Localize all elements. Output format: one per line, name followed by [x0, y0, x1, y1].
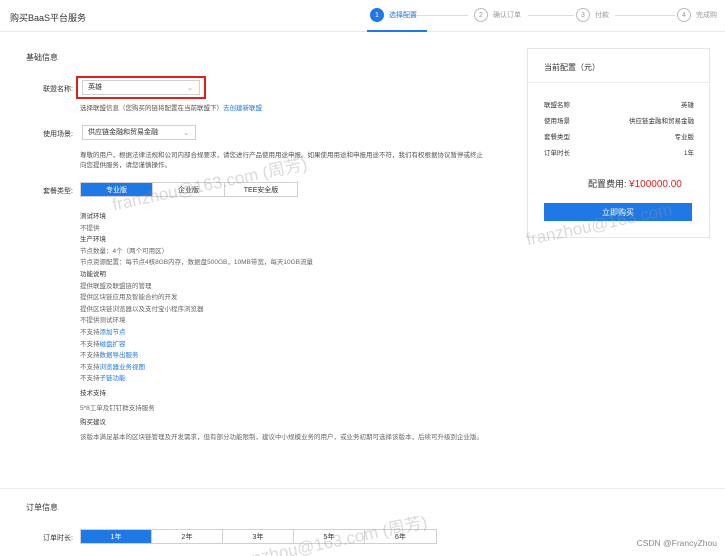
feature-item: 不支持数据导出服务 — [80, 350, 510, 362]
feature-item: 不支持子链功能 — [80, 373, 510, 385]
section-divider — [0, 488, 725, 489]
scene-select-value: 供应链金融和贸易金融 — [88, 129, 158, 136]
package-selector: 专业版 企业版 TEE安全版 — [80, 182, 298, 197]
config-value: 1年 — [683, 150, 694, 157]
config-row-alliance: 联盟名称 英雄 — [544, 99, 694, 109]
feature-prefix: 不支持 — [80, 375, 100, 383]
highlight-box — [76, 76, 206, 99]
active-step-underline — [367, 30, 427, 32]
package-label: 套餐类型: — [43, 188, 73, 195]
config-key: 使用场景 — [544, 118, 570, 125]
panel-title: 当前配置（元） — [544, 63, 600, 72]
feature-item: 不支持浏览器业务视图 — [80, 362, 510, 374]
alliance-hint-text: 选择联盟信息（您购买的链将配置在当前联盟下） — [80, 105, 223, 112]
csdn-credit: CSDN @FrancyZhou — [636, 538, 717, 548]
create-alliance-link[interactable]: 去创建新联盟 — [223, 105, 262, 112]
config-key: 联盟名称 — [544, 102, 570, 109]
feature-item: 提供区块链浏览器以及支付宝小程序浏览器 — [80, 305, 204, 313]
package-option-enterprise[interactable]: 企业版 — [153, 183, 225, 196]
scene-hint-line-1: 尊敬的用户，根据法律法规和公司内部合规要求，请您进行产品使用用途申报。如果使用用… — [80, 152, 483, 159]
step-label: 确认订单 — [493, 12, 521, 19]
duration-label: 订单时长: — [43, 535, 73, 542]
config-value: 英雄 — [681, 102, 694, 109]
feature-item: 不提供测试环境 — [80, 317, 126, 325]
feature-item: 提供联盟及联盟链的管理 — [80, 282, 152, 290]
step-label: 完成购 — [696, 12, 717, 19]
fee-label: 配置费用: — [588, 179, 627, 189]
feature-item: 提供区块链应用及智能合约的开发 — [80, 294, 178, 302]
scene-hint-line-2: 向您提供服务，请您谨慎操作。 — [80, 162, 171, 169]
config-value: 供应链金融和贸易金融 — [629, 118, 694, 125]
step-payment[interactable]: 3 付款 — [576, 8, 609, 22]
feature-prefix: 不支持 — [80, 328, 100, 336]
feature-prefix: 不支持 — [80, 340, 100, 348]
config-fee: 配置费用: ¥100000.00 — [588, 177, 682, 190]
node-count: 节点数量：4个（两个可用区） — [80, 247, 169, 255]
duration-option-2y[interactable]: 2年 — [152, 530, 223, 543]
duration-option-5y[interactable]: 5年 — [294, 530, 365, 543]
feature-link[interactable]: 添加节点 — [100, 329, 126, 336]
node-resource: 节点资源配置：每节点4核8GB内存，数据盘500GB，10MB带宽，每天10GB… — [80, 259, 313, 267]
prod-env-heading: 生产环境 — [80, 236, 106, 244]
current-config-panel: 当前配置（元） 联盟名称 英雄 使用场景 供应链金融和贸易金融 套餐类型 专业版 订单… — [527, 48, 710, 238]
duration-selector: 1年 2年 3年 5年 6年 — [80, 529, 437, 544]
feature-link[interactable]: 数据导出服务 — [100, 352, 139, 359]
package-option-tee[interactable]: TEE安全版 — [225, 183, 297, 196]
duration-option-3y[interactable]: 3年 — [223, 530, 294, 543]
config-row-scene: 使用场景 供应链金融和贸易金融 — [544, 115, 694, 125]
step-number: 3 — [576, 8, 590, 22]
feature-item: 不支持添加节点 — [80, 327, 510, 339]
feature-item: 不支持磁盘扩容 — [80, 339, 510, 351]
top-bar: 购买BaaS平台服务 1 选择配置 2 确认订单 3 付款 4 完成购 — [0, 0, 725, 32]
support-value: 5*8工单及钉钉群支持服务 — [80, 404, 155, 412]
chevron-down-icon: ⌄ — [183, 130, 189, 137]
features-heading: 功能说明 — [80, 270, 106, 278]
feature-prefix: 不支持 — [80, 363, 100, 371]
advice-value: 该版本满足基本的区块链管理及开发需求，但有部分功能限制，建议中小规模业务的用户，… — [80, 433, 483, 441]
feature-link[interactable]: 子链功能 — [100, 375, 126, 382]
step-complete[interactable]: 4 完成购 — [677, 8, 717, 22]
scene-select[interactable]: 供应链金融和贸易金融 ⌄ — [82, 125, 196, 140]
package-option-pro[interactable]: 专业版 — [81, 183, 153, 196]
step-connector — [615, 15, 675, 16]
scene-label: 使用场景: — [43, 131, 73, 138]
config-key: 订单时长 — [544, 150, 570, 157]
feature-link[interactable]: 浏览器业务视图 — [100, 364, 146, 371]
duration-option-1y[interactable]: 1年 — [81, 530, 152, 543]
page-title: 购买BaaS平台服务 — [10, 13, 87, 23]
step-confirm-order[interactable]: 2 确认订单 — [474, 8, 521, 22]
package-details: 测试环境 不提供 生产环境 节点数量：4个（两个可用区） 节点资源配置：每节点4… — [80, 211, 510, 443]
config-row-package: 套餐类型 专业版 — [544, 131, 694, 141]
section-title-basic: 基础信息 — [26, 53, 58, 62]
config-value: 专业版 — [674, 134, 695, 141]
alliance-hint: 选择联盟信息（您购买的链将配置在当前联盟下）去创建新联盟 — [80, 102, 262, 112]
config-row-duration: 订单时长 1年 — [544, 147, 694, 157]
step-label: 付款 — [595, 12, 609, 19]
advice-heading: 购买建议 — [80, 419, 106, 427]
step-number: 4 — [677, 8, 691, 22]
panel-divider — [528, 82, 709, 83]
buy-now-button[interactable]: 立即购买 — [544, 203, 692, 221]
duration-option-6y[interactable]: 6年 — [365, 530, 436, 543]
step-select-config[interactable]: 1 选择配置 — [370, 8, 417, 22]
feature-link[interactable]: 磁盘扩容 — [100, 341, 126, 348]
step-connector — [528, 15, 574, 16]
test-env-value: 不提供 — [80, 224, 100, 232]
alliance-label: 联盟名称: — [43, 86, 73, 93]
step-label: 选择配置 — [389, 12, 417, 19]
test-env-heading: 测试环境 — [80, 213, 106, 220]
section-title-order: 订单信息 — [26, 503, 58, 512]
step-number: 1 — [370, 8, 384, 22]
support-heading: 技术支持 — [80, 389, 106, 397]
feature-prefix: 不支持 — [80, 352, 100, 360]
step-number: 2 — [474, 8, 488, 22]
config-key: 套餐类型 — [544, 134, 570, 141]
fee-price: ¥100000.00 — [629, 179, 682, 190]
